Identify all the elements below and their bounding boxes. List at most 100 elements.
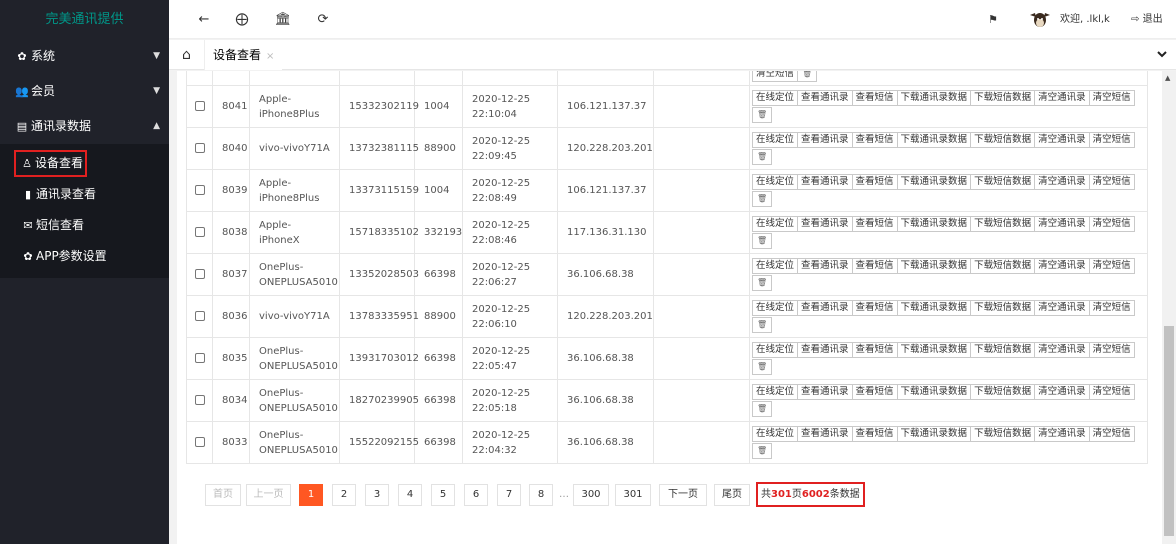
page-button-6[interactable]: 6 [464,484,488,506]
action-button[interactable]: 在线定位 [752,426,799,442]
action-button[interactable]: 在线定位 [752,342,799,358]
action-button[interactable]: 下载通讯录数据 [896,342,972,358]
sidebar-item-3[interactable]: ✿ APP参数设置 [0,241,169,272]
page-button-4[interactable]: 4 [398,484,422,506]
action-button[interactable]: 在线定位 [752,90,799,106]
back-arrow-icon[interactable]: ← [194,0,214,39]
action-button[interactable]: 下载短信数据 [970,300,1036,316]
trash-icon[interactable]: 🗑 [752,401,773,417]
action-button[interactable]: 下载短信数据 [970,384,1036,400]
action-button[interactable]: 清空通讯录 [1034,174,1090,190]
action-button[interactable]: 清空短信 [1088,132,1135,148]
action-button[interactable]: 清空短信 [1088,300,1135,316]
page-button-2[interactable]: 2 [332,484,356,506]
action-button[interactable]: 清空通讯录 [1034,258,1090,274]
action-button[interactable]: 查看通讯录 [797,258,853,274]
page-button-5[interactable]: 5 [431,484,455,506]
page-button-301[interactable]: 301 [615,484,651,506]
action-button[interactable]: 在线定位 [752,300,799,316]
action-button[interactable]: 查看短信 [851,90,898,106]
action-button[interactable]: 查看通讯录 [797,216,853,232]
action-button[interactable]: 查看短信 [851,300,898,316]
action-button[interactable]: 清空短信 [1088,426,1135,442]
page-button-3[interactable]: 3 [365,484,389,506]
nav-group-0[interactable]: ✿ 系统 ▼ [0,39,169,74]
row-checkbox[interactable] [194,227,205,237]
action-button[interactable]: 清空短信 [1088,342,1135,358]
sidebar-item-1[interactable]: ▮ 通讯录查看 [0,179,169,210]
action-button[interactable]: 清空短信 [1088,384,1135,400]
action-button[interactable]: 清空短信 [1088,174,1135,190]
action-button[interactable]: 查看短信 [851,258,898,274]
action-button[interactable]: 下载短信数据 [970,174,1036,190]
action-button[interactable]: 清空通讯录 [1034,132,1090,148]
action-button[interactable]: 下载通讯录数据 [896,132,972,148]
action-button[interactable]: 在线定位 [752,132,799,148]
page-button-1[interactable]: 1 [299,484,323,506]
action-button[interactable]: 下载通讯录数据 [896,426,972,442]
sidebar-item-0[interactable]: ♙ 设备查看 [14,150,87,177]
action-button[interactable]: 下载短信数据 [970,258,1036,274]
scrollbar-thumb[interactable] [1164,326,1174,536]
action-button[interactable]: 下载通讯录数据 [896,174,972,190]
prev-page-button[interactable]: 上一页 [246,484,291,506]
action-button[interactable]: 查看通讯录 [797,300,853,316]
page-button-8[interactable]: 8 [529,484,553,506]
home-tab[interactable]: ⌂ [169,40,205,70]
row-checkbox[interactable] [194,437,205,447]
logout-button[interactable]: ⇨ 退出 [1131,0,1163,39]
trash-icon[interactable]: 🗑 [752,443,773,459]
sidebar-item-2[interactable]: ✉ 短信查看 [0,210,169,241]
action-button[interactable]: 查看短信 [851,216,898,232]
scroll-up-icon[interactable]: ▲ [1165,74,1170,82]
action-button[interactable]: 查看通讯录 [797,342,853,358]
page-button-300[interactable]: 300 [573,484,609,506]
nav-group-1[interactable]: 👥 会员 ▼ [0,74,169,109]
first-page-button[interactable]: 首页 [205,484,241,506]
action-button[interactable]: 下载短信数据 [970,90,1036,106]
action-button[interactable]: 查看短信 [851,174,898,190]
nav-group-2[interactable]: ▤ 通讯录数据 ▲ [0,109,169,144]
close-icon[interactable]: × [266,51,274,62]
last-page-button[interactable]: 尾页 [714,484,750,506]
trash-icon[interactable]: 🗑 [752,107,773,123]
row-checkbox[interactable] [194,143,205,153]
action-button[interactable]: 查看通讯录 [797,384,853,400]
action-button[interactable]: 清空通讯录 [1034,300,1090,316]
action-button[interactable]: 清空通讯录 [1034,384,1090,400]
action-button[interactable]: 下载短信数据 [970,216,1036,232]
action-button[interactable]: 下载短信数据 [970,132,1036,148]
trash-icon[interactable]: 🗑 [752,149,773,165]
action-button[interactable]: 清空短信 [1088,216,1135,232]
tab-device-view[interactable]: 设备查看 × [205,40,283,70]
row-checkbox[interactable] [194,353,205,363]
action-button[interactable]: 清空短信 [1088,258,1135,274]
trash-icon[interactable]: 🗑 [752,191,773,207]
trash-icon[interactable]: 🗑 [752,359,773,375]
next-page-button[interactable]: 下一页 [659,484,707,506]
page-button-7[interactable]: 7 [497,484,521,506]
action-button[interactable]: 查看通讯录 [797,132,853,148]
avatar[interactable] [1028,0,1052,39]
action-button[interactable]: 清空通讯录 [1034,426,1090,442]
trash-icon[interactable]: 🗑 [752,317,773,333]
action-button[interactable]: 下载通讯录数据 [896,258,972,274]
action-button[interactable]: 下载短信数据 [970,426,1036,442]
row-checkbox[interactable] [194,269,205,279]
refresh-icon[interactable]: ⟳ [313,0,333,39]
action-button[interactable]: 查看短信 [851,342,898,358]
action-button[interactable]: 查看通讯录 [797,174,853,190]
bank-icon[interactable]: 🏛 [273,0,293,39]
action-button[interactable]: 在线定位 [752,258,799,274]
crosshair-icon[interactable]: ⨁ [232,0,252,39]
action-button[interactable]: 查看通讯录 [797,426,853,442]
action-button[interactable]: 下载通讯录数据 [896,300,972,316]
action-button[interactable]: 查看短信 [851,132,898,148]
action-button[interactable]: 下载通讯录数据 [896,216,972,232]
action-button[interactable]: 查看通讯录 [797,90,853,106]
action-button[interactable]: 下载通讯录数据 [896,384,972,400]
action-button[interactable]: 在线定位 [752,216,799,232]
action-button[interactable]: 查看短信 [851,426,898,442]
action-button[interactable]: 下载短信数据 [970,342,1036,358]
row-checkbox[interactable] [194,311,205,321]
